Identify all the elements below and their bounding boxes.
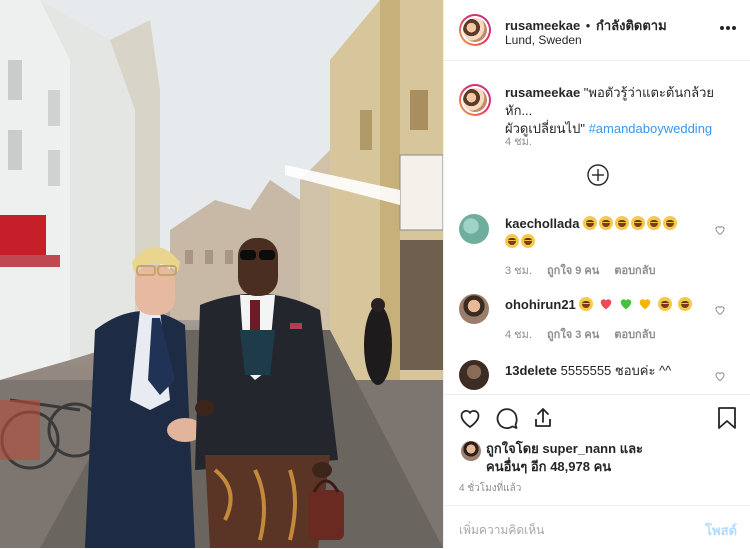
post-side-panel: rusameekae • กำลังติดตาม Lund, Sweden ru… (443, 0, 750, 548)
liked-by-count[interactable]: 48,978 (550, 459, 590, 474)
red-heart-emoji (599, 297, 613, 311)
caption-avatar[interactable] (459, 84, 491, 116)
comment-meta: 4 ชม. ถูกใจ 3 คน ตอบกลับ (505, 325, 655, 343)
green-heart-emoji (619, 297, 633, 311)
post-header: rusameekae • กำลังติดตาม Lund, Sweden (444, 0, 750, 61)
comment-text: 5555555 ชอบค่ะ ^^ (560, 363, 672, 378)
street-photo-illustration (0, 0, 443, 548)
author-username[interactable]: rusameekae (505, 18, 580, 33)
tears-of-joy-emoji (599, 216, 614, 230)
posted-time: 4 ชั่วโมงที่แล้ว (459, 483, 522, 494)
comment-avatar[interactable] (459, 294, 489, 324)
comment-meta: 3 ชม. ถูกใจ 9 คน ตอบกลับ (505, 261, 655, 279)
comment-time: 4 ชม. (505, 329, 532, 341)
comment-avatar[interactable] (459, 360, 489, 390)
comment-like-heart-icon[interactable] (714, 304, 726, 316)
liked-by-prefix: ถูกใจโดย (486, 441, 539, 456)
comment-reply-button[interactable]: ตอบกลับ (614, 265, 655, 277)
comment-likes[interactable]: ถูกใจ 9 คน (547, 265, 599, 277)
liked-by-and: และ (619, 441, 644, 456)
comment: kaechollada (505, 215, 705, 251)
comment-emojis (579, 297, 693, 312)
liked-by: ถูกใจโดย super_nann และ คนอื่นๆ อีก 48,9… (486, 440, 736, 476)
add-comment-bar: เพิ่มความคิดเห็น โพสต์ (444, 505, 750, 549)
heart-eyes-emoji (579, 297, 594, 311)
post-photo[interactable] (0, 0, 443, 548)
caption-time: 4 ชม. (505, 136, 532, 148)
tears-of-joy-emoji (647, 216, 662, 230)
comment-icon[interactable] (495, 406, 519, 430)
liked-by-user[interactable]: super_nann (542, 441, 616, 456)
comment-avatar[interactable] (459, 214, 489, 244)
comment-username[interactable]: kaechollada (505, 216, 579, 231)
comment-username[interactable]: ohohirun21 (505, 297, 576, 312)
caption-username[interactable]: rusameekae (505, 85, 580, 100)
heart-icon[interactable] (458, 406, 482, 430)
tears-of-joy-emoji (505, 234, 519, 248)
liked-by-others-suffix[interactable]: คน (594, 459, 612, 474)
winking-tongue-emoji (677, 297, 692, 311)
bookmark-icon[interactable] (716, 406, 738, 430)
comment-time: 3 ชม. (505, 265, 532, 277)
tears-of-joy-emoji (583, 216, 598, 230)
comment-like-heart-icon[interactable] (714, 224, 726, 236)
tears-of-joy-emoji (631, 216, 646, 230)
comment-reply-button[interactable]: ตอบกลับ (614, 329, 655, 341)
header-separator: • (585, 18, 591, 33)
yellow-heart-emoji (638, 297, 652, 311)
add-comment-input[interactable]: เพิ่มความคิดเห็น (459, 521, 544, 540)
tears-of-joy-emoji (521, 234, 535, 248)
wink-kiss-emoji (657, 297, 672, 311)
caption: rusameekae "พอตัวรู้ว่าแตะต้นกล้วยหัก...… (505, 84, 740, 138)
tears-of-joy-emoji (615, 216, 630, 230)
follow-status-button[interactable]: กำลังติดตาม (596, 18, 667, 33)
comment: 13delete 5555555 ชอบค่ะ ^^ (505, 362, 715, 380)
liked-by-others-prefix[interactable]: คนอื่นๆ อีก (486, 459, 547, 474)
author-avatar[interactable] (459, 14, 491, 46)
caption-hashtag[interactable]: #amandaboywedding (589, 121, 713, 136)
comment: ohohirun21 (505, 296, 715, 314)
liked-by-avatar[interactable] (461, 441, 481, 461)
share-icon[interactable] (531, 406, 555, 430)
comment-like-heart-icon[interactable] (714, 370, 726, 382)
more-horizontal-icon[interactable] (720, 25, 736, 31)
plus-circle-icon[interactable] (587, 164, 609, 186)
comment-likes[interactable]: ถูกใจ 3 คน (547, 329, 599, 341)
tears-of-joy-emoji (663, 216, 678, 230)
comment-username[interactable]: 13delete (505, 363, 557, 378)
action-bar (444, 395, 750, 441)
post-location[interactable]: Lund, Sweden (505, 33, 582, 47)
post-comment-button[interactable]: โพสต์ (705, 520, 737, 541)
